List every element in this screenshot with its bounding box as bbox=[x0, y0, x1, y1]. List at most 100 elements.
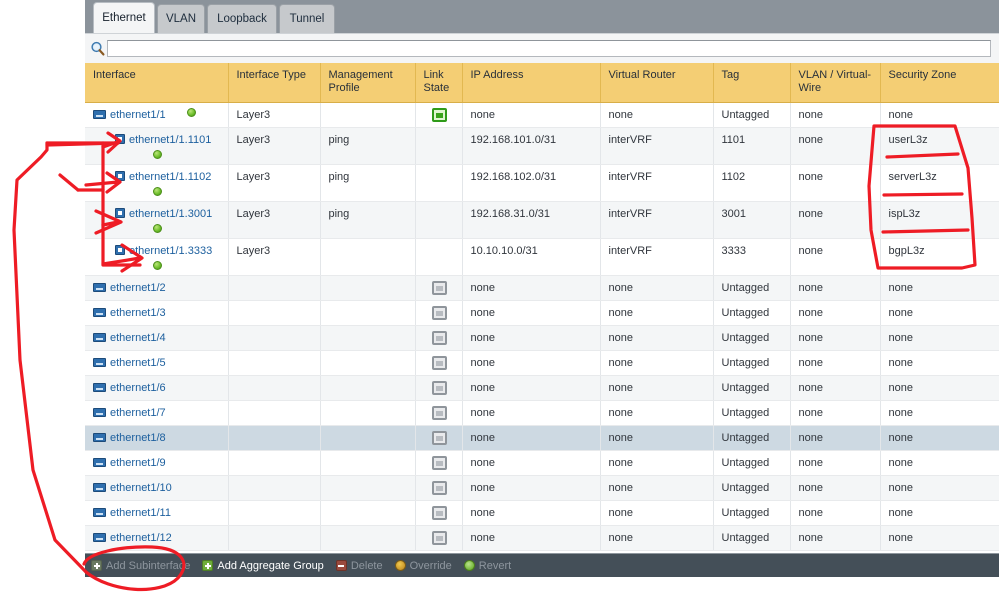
column-header-vlan-virtual-wire[interactable]: VLAN / Virtual-Wire bbox=[790, 63, 880, 103]
interface-link[interactable]: ethernet1/7 bbox=[110, 407, 166, 419]
column-header-ip-address[interactable]: IP Address bbox=[462, 63, 600, 103]
cell-security-zone: none bbox=[880, 276, 999, 301]
link-state-down-icon bbox=[432, 456, 447, 470]
table-row[interactable]: ethernet1/2nonenoneUntaggednonenone bbox=[85, 276, 999, 301]
cell-interface[interactable]: ethernet1/8 bbox=[85, 426, 228, 451]
cell-interface[interactable]: ethernet1/1.1102 bbox=[85, 165, 228, 202]
search-input[interactable] bbox=[107, 40, 991, 57]
interface-link[interactable]: ethernet1/2 bbox=[110, 282, 166, 294]
cell-management-profile bbox=[320, 301, 415, 326]
cell-interface[interactable]: ethernet1/6 bbox=[85, 376, 228, 401]
ethernet-port-icon bbox=[93, 408, 106, 417]
tab-tunnel[interactable]: Tunnel bbox=[279, 4, 335, 33]
plus-icon bbox=[202, 560, 213, 571]
interface-link[interactable]: ethernet1/4 bbox=[110, 332, 166, 344]
interface-link[interactable]: ethernet1/11 bbox=[110, 507, 171, 519]
interface-link[interactable]: ethernet1/12 bbox=[110, 532, 172, 544]
ethernet-port-icon bbox=[93, 483, 106, 492]
table-row[interactable]: ethernet1/10nonenoneUntaggednonenone bbox=[85, 476, 999, 501]
column-header-link-state[interactable]: Link State bbox=[415, 63, 462, 103]
interface-link[interactable]: ethernet1/10 bbox=[110, 482, 172, 494]
cell-interface[interactable]: ethernet1/4 bbox=[85, 326, 228, 351]
interface-link[interactable]: ethernet1/1.3333 bbox=[129, 245, 212, 257]
link-state-down-icon bbox=[432, 481, 447, 495]
table-row[interactable]: ethernet1/11nonenoneUntaggednonenone bbox=[85, 501, 999, 526]
column-header-tag[interactable]: Tag bbox=[713, 63, 790, 103]
cell-management-profile bbox=[320, 401, 415, 426]
table-row[interactable]: ethernet1/4nonenoneUntaggednonenone bbox=[85, 326, 999, 351]
table-row[interactable]: ethernet1/1.1101Layer3ping192.168.101.0/… bbox=[85, 128, 999, 165]
interfaces-table-container[interactable]: InterfaceInterface TypeManagement Profil… bbox=[85, 63, 999, 553]
table-row[interactable]: ethernet1/1.1102Layer3ping192.168.102.0/… bbox=[85, 165, 999, 202]
cell-vlan-virtual-wire: none bbox=[790, 202, 880, 239]
cell-virtual-router: none bbox=[600, 426, 713, 451]
cell-interface[interactable]: ethernet1/2 bbox=[85, 276, 228, 301]
tab-loopback[interactable]: Loopback bbox=[207, 4, 277, 33]
cell-interface[interactable]: ethernet1/1 bbox=[85, 103, 228, 128]
link-state-down-icon bbox=[432, 306, 447, 320]
subinterface-icon bbox=[115, 134, 125, 144]
table-row[interactable]: ethernet1/8nonenoneUntaggednonenone bbox=[85, 426, 999, 451]
link-state-down-icon bbox=[432, 356, 447, 370]
table-row[interactable]: ethernet1/9nonenoneUntaggednonenone bbox=[85, 451, 999, 476]
ethernet-port-icon bbox=[93, 533, 106, 542]
cell-interface[interactable]: ethernet1/3 bbox=[85, 301, 228, 326]
column-header-interface[interactable]: Interface bbox=[85, 63, 228, 103]
table-row[interactable]: ethernet1/12nonenoneUntaggednonenone bbox=[85, 526, 999, 551]
cell-link-state bbox=[415, 301, 462, 326]
interface-link[interactable]: ethernet1/8 bbox=[110, 432, 166, 444]
button-label: Delete bbox=[351, 560, 383, 572]
cell-virtual-router: interVRF bbox=[600, 239, 713, 276]
column-header-virtual-router[interactable]: Virtual Router bbox=[600, 63, 713, 103]
table-row[interactable]: ethernet1/6nonenoneUntaggednonenone bbox=[85, 376, 999, 401]
interface-link[interactable]: ethernet1/1.3001 bbox=[129, 208, 212, 220]
table-row[interactable]: ethernet1/1.3333Layer310.10.10.0/31inter… bbox=[85, 239, 999, 276]
cell-ip-address: none bbox=[462, 476, 600, 501]
interface-link[interactable]: ethernet1/5 bbox=[110, 357, 166, 369]
tab-ethernet[interactable]: Ethernet bbox=[93, 2, 155, 33]
column-header-management-profile[interactable]: Management Profile bbox=[320, 63, 415, 103]
cell-management-profile bbox=[320, 451, 415, 476]
cell-interface[interactable]: ethernet1/11 bbox=[85, 501, 228, 526]
cell-tag: Untagged bbox=[713, 451, 790, 476]
cell-ip-address: none bbox=[462, 326, 600, 351]
interface-link[interactable]: ethernet1/1.1101 bbox=[129, 134, 211, 146]
cell-vlan-virtual-wire: none bbox=[790, 526, 880, 551]
tab-vlan[interactable]: VLAN bbox=[157, 4, 205, 33]
interface-link[interactable]: ethernet1/3 bbox=[110, 307, 166, 319]
minus-icon bbox=[336, 560, 347, 571]
cell-interface[interactable]: ethernet1/12 bbox=[85, 526, 228, 551]
interface-link[interactable]: ethernet1/6 bbox=[110, 382, 166, 394]
interface-link[interactable]: ethernet1/1 bbox=[110, 109, 166, 121]
cell-security-zone: userL3z bbox=[880, 128, 999, 165]
cell-interface[interactable]: ethernet1/7 bbox=[85, 401, 228, 426]
cell-vlan-virtual-wire: none bbox=[790, 451, 880, 476]
ethernet-port-icon bbox=[93, 308, 106, 317]
cell-interface[interactable]: ethernet1/10 bbox=[85, 476, 228, 501]
table-row[interactable]: ethernet1/1.3001Layer3ping192.168.31.0/3… bbox=[85, 202, 999, 239]
table-row[interactable]: ethernet1/3nonenoneUntaggednonenone bbox=[85, 301, 999, 326]
cell-interface[interactable]: ethernet1/1.3333 bbox=[85, 239, 228, 276]
column-header-security-zone[interactable]: Security Zone bbox=[880, 63, 999, 103]
add-aggregate-group-button[interactable]: Add Aggregate Group bbox=[202, 560, 323, 572]
cell-security-zone: serverL3z bbox=[880, 165, 999, 202]
search-icon[interactable] bbox=[90, 41, 106, 57]
cell-security-zone: none bbox=[880, 376, 999, 401]
table-row[interactable]: ethernet1/5nonenoneUntaggednonenone bbox=[85, 351, 999, 376]
interfaces-table: InterfaceInterface TypeManagement Profil… bbox=[85, 63, 999, 551]
cell-interface[interactable]: ethernet1/1.1101 bbox=[85, 128, 228, 165]
table-row[interactable]: ethernet1/7nonenoneUntaggednonenone bbox=[85, 401, 999, 426]
ethernet-port-icon bbox=[93, 458, 106, 467]
interface-link[interactable]: ethernet1/9 bbox=[110, 457, 166, 469]
cell-vlan-virtual-wire: none bbox=[790, 426, 880, 451]
interface-link[interactable]: ethernet1/1.1102 bbox=[129, 171, 211, 183]
interfaces-panel: EthernetVLANLoopbackTunnel Interfac bbox=[85, 0, 999, 606]
table-row[interactable]: ethernet1/1Layer3nonenoneUntaggednonenon… bbox=[85, 103, 999, 128]
screenshot-root: EthernetVLANLoopbackTunnel Interfac bbox=[0, 0, 999, 606]
column-header-interface-type[interactable]: Interface Type bbox=[228, 63, 320, 103]
cell-interface[interactable]: ethernet1/5 bbox=[85, 351, 228, 376]
cell-interface[interactable]: ethernet1/9 bbox=[85, 451, 228, 476]
cell-interface[interactable]: ethernet1/1.3001 bbox=[85, 202, 228, 239]
cell-management-profile bbox=[320, 351, 415, 376]
button-label: Add Subinterface bbox=[106, 560, 190, 572]
